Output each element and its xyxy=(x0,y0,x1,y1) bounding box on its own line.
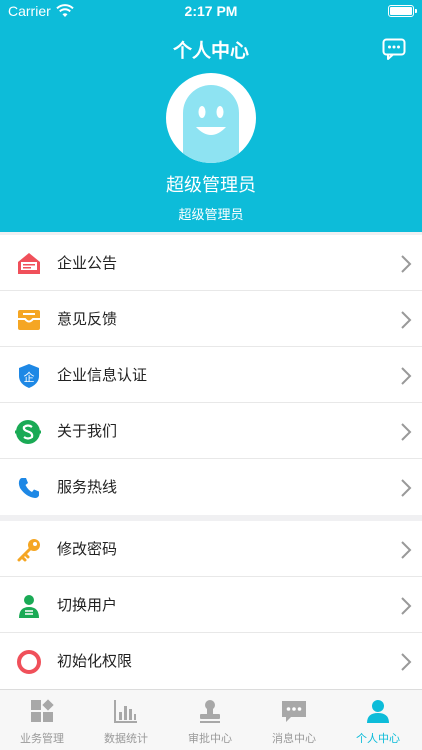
menu-item-label: 服务热线 xyxy=(57,478,118,496)
menu-item-label: 修改密码 xyxy=(57,540,118,558)
status-bar: Carrier 2:17 PM xyxy=(0,0,422,24)
menu-item-hotline[interactable]: 服务热线 xyxy=(0,459,422,515)
chat-bubble-icon[interactable] xyxy=(382,38,406,60)
menu-item-about[interactable]: 关于我们 xyxy=(0,403,422,459)
tab-bar: 业务管理 数据统计 审批中心 消息中心 个人中心 xyxy=(0,689,422,750)
clock: 2:17 PM xyxy=(184,3,238,19)
menu-item-certification[interactable]: 企 企业信息认证 xyxy=(0,347,422,403)
business-grid-icon xyxy=(31,699,54,722)
chevron-right-icon xyxy=(401,653,412,671)
tab-approval[interactable]: 审批中心 xyxy=(168,690,252,750)
menu-item-switch-user[interactable]: 切换用户 xyxy=(0,577,422,633)
announcement-icon xyxy=(18,253,40,274)
tab-label: 审批中心 xyxy=(188,732,232,745)
person-icon xyxy=(367,700,389,723)
feedback-icon xyxy=(18,310,40,330)
avatar[interactable] xyxy=(166,73,256,163)
chevron-right-icon xyxy=(401,479,412,497)
menu-item-reset-permissions[interactable]: 初始化权限 xyxy=(0,633,422,689)
menu-item-label: 企业公告 xyxy=(57,254,118,272)
menu-group-primary: 企业公告 意见反馈 企 企业信息认证 关于我们 服务热线 xyxy=(0,235,422,515)
chevron-right-icon xyxy=(401,541,412,559)
chevron-right-icon xyxy=(401,367,412,385)
tab-profile[interactable]: 个人中心 xyxy=(336,690,420,750)
tab-label: 业务管理 xyxy=(20,732,64,745)
tab-label: 消息中心 xyxy=(272,732,316,745)
phone-icon xyxy=(18,478,39,498)
page-title: 个人中心 xyxy=(172,40,249,62)
reset-ring-icon xyxy=(17,650,41,674)
battery-icon xyxy=(388,5,417,17)
ghost-avatar-icon xyxy=(183,85,239,163)
approval-stamp-icon xyxy=(200,700,220,723)
certification-shield-icon: 企 xyxy=(19,364,39,388)
bar-chart-icon xyxy=(114,700,137,723)
chevron-right-icon xyxy=(401,311,412,329)
chevron-right-icon xyxy=(401,423,412,441)
svg-text:企: 企 xyxy=(24,370,35,384)
tab-label: 数据统计 xyxy=(104,732,148,745)
tab-messages[interactable]: 消息中心 xyxy=(252,690,336,750)
menu-item-label: 意见反馈 xyxy=(57,310,118,328)
tab-label: 个人中心 xyxy=(356,732,400,745)
chevron-right-icon xyxy=(401,255,412,273)
tab-business[interactable]: 业务管理 xyxy=(0,690,84,750)
user-role: 超级管理员 xyxy=(178,208,244,223)
menu-item-announcements[interactable]: 企业公告 xyxy=(0,235,422,291)
profile-header: Carrier 2:17 PM 个人中心 超级管理员 超级管理员 xyxy=(0,0,422,232)
about-logo-icon xyxy=(15,420,41,444)
switch-user-icon xyxy=(19,595,39,618)
chevron-right-icon xyxy=(401,597,412,615)
menu-item-label: 关于我们 xyxy=(57,422,118,440)
key-icon xyxy=(17,539,40,562)
menu-group-secondary: 修改密码 切换用户 初始化权限 xyxy=(0,521,422,689)
menu-item-label: 切换用户 xyxy=(57,596,118,614)
menu-item-feedback[interactable]: 意见反馈 xyxy=(0,291,422,347)
tab-statistics[interactable]: 数据统计 xyxy=(84,690,168,750)
user-name: 超级管理员 xyxy=(166,175,256,196)
message-icon xyxy=(282,701,306,722)
menu-item-label: 初始化权限 xyxy=(57,652,133,670)
menu-item-change-password[interactable]: 修改密码 xyxy=(0,521,422,577)
menu-item-label: 企业信息认证 xyxy=(57,366,148,384)
